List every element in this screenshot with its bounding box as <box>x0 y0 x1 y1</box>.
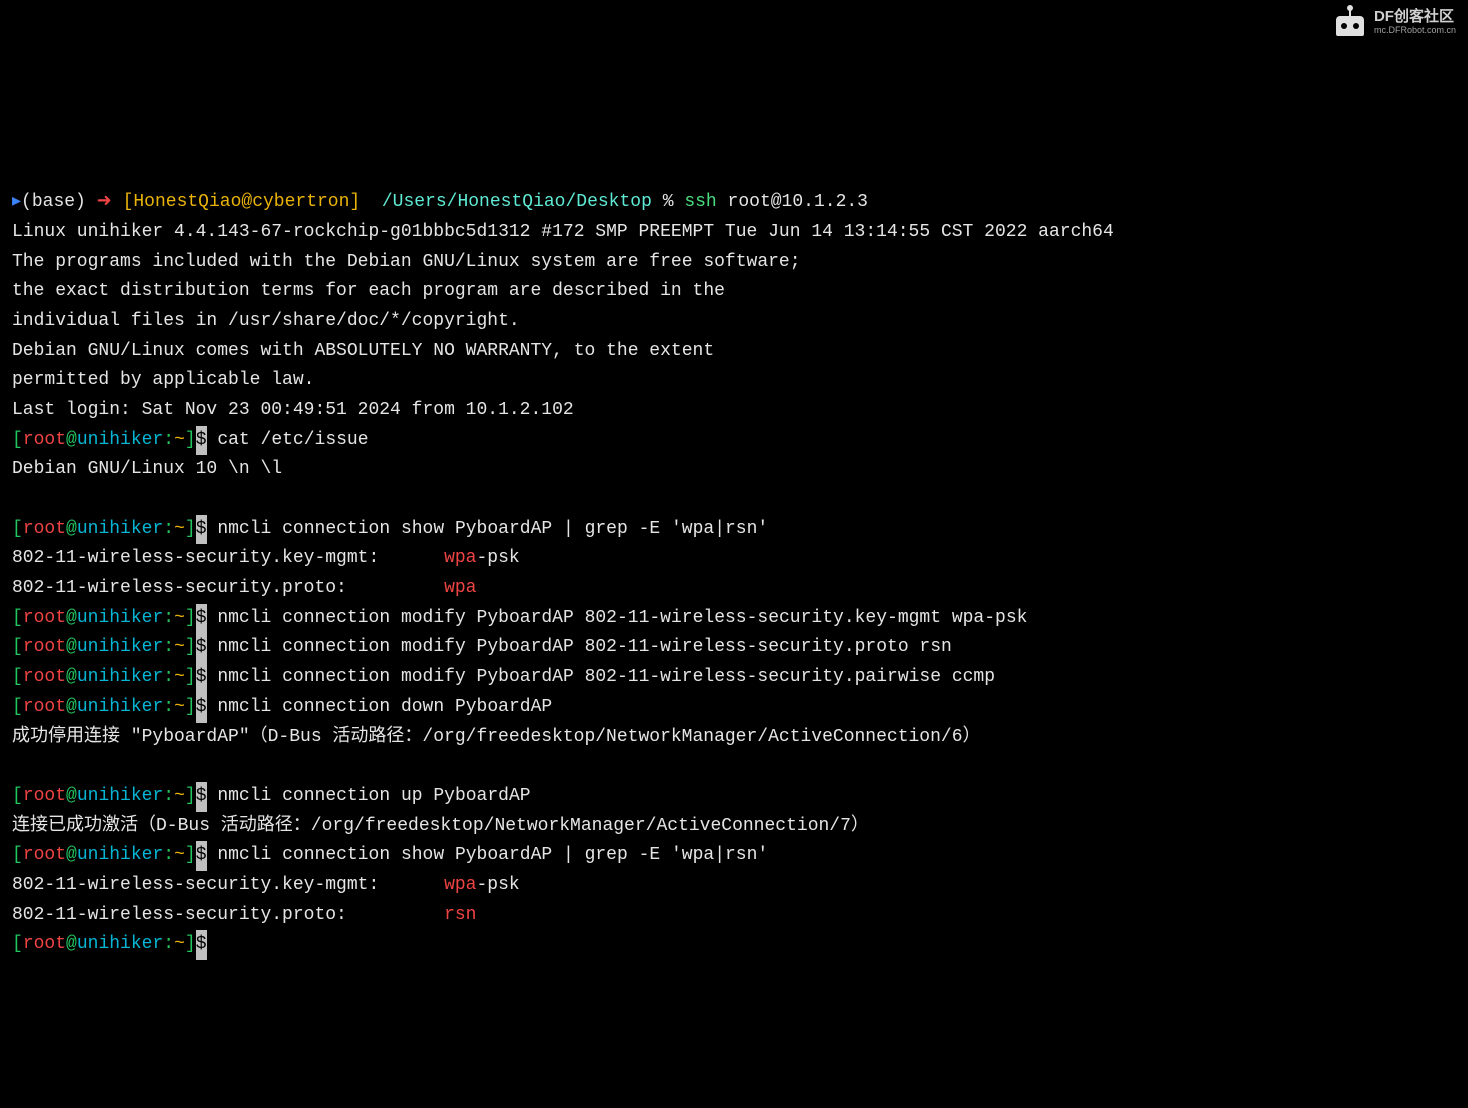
banner-line-7: permitted by applicable law. <box>12 366 1456 396</box>
cmd-modify2: nmcli connection modify PyboardAP 802-11… <box>217 637 952 657</box>
ssh-command: ssh <box>684 192 716 212</box>
banner-line-2: The programs included with the Debian GN… <box>12 248 1456 278</box>
cursor-icon: ▸ <box>12 192 21 212</box>
show2-output-2: 802-11-wireless-security.proto: rsn <box>12 901 1456 931</box>
dollar-prompt: $ <box>196 426 207 456</box>
down-output: 成功停用连接 "PyboardAP"（D-Bus 活动路径：/org/freed… <box>12 723 1456 753</box>
cmd-show2: nmcli connection show PyboardAP | grep -… <box>217 845 768 865</box>
banner-line-3: the exact distribution terms for each pr… <box>12 277 1456 307</box>
prompt-up: [root@unihiker:~]$ nmcli connection up P… <box>12 782 1456 812</box>
cmd-up: nmcli connection up PyboardAP <box>217 786 530 806</box>
blank-line <box>12 485 1456 515</box>
local-user-host: HonestQiao@cybertron <box>133 192 349 212</box>
show2-output-1: 802-11-wireless-security.key-mgmt: wpa-p… <box>12 871 1456 901</box>
cmd-show1: nmcli connection show PyboardAP | grep -… <box>217 519 768 539</box>
arrow-icon: ➜ <box>97 192 112 212</box>
issue-output: Debian GNU/Linux 10 \n \l <box>12 455 1456 485</box>
prompt-modify3: [root@unihiker:~]$ nmcli connection modi… <box>12 663 1456 693</box>
cmd-down: nmcli connection down PyboardAP <box>217 697 552 717</box>
watermark-sub: mc.DFRobot.com.cn <box>1374 26 1456 35</box>
cmd-modify1: nmcli connection modify PyboardAP 802-11… <box>217 608 1027 628</box>
cmd-modify3: nmcli connection modify PyboardAP 802-11… <box>217 667 995 687</box>
bracket-close: ] <box>349 192 360 212</box>
banner-line-4: individual files in /usr/share/doc/*/cop… <box>12 307 1456 337</box>
prompt-modify1: [root@unihiker:~]$ nmcli connection modi… <box>12 604 1456 634</box>
watermark-main: DF创客社区 <box>1374 9 1456 24</box>
prompt-down: [root@unihiker:~]$ nmcli connection down… <box>12 693 1456 723</box>
robot-icon <box>1332 8 1368 36</box>
prompt-cat: [root@unihiker:~]$ cat /etc/issue <box>12 426 1456 456</box>
local-prompt-line: ▸(base) ➜ [HonestQiao@cybertron] /Users/… <box>12 188 1456 218</box>
banner-line-6: Debian GNU/Linux comes with ABSOLUTELY N… <box>12 337 1456 367</box>
prompt-modify2: [root@unihiker:~]$ nmcli connection modi… <box>12 633 1456 663</box>
show1-output-1: 802-11-wireless-security.key-mgmt: wpa-p… <box>12 544 1456 574</box>
conda-env: (base) <box>21 192 86 212</box>
show1-output-2: 802-11-wireless-security.proto: wpa <box>12 574 1456 604</box>
ssh-target: root@10.1.2.3 <box>728 192 868 212</box>
percent-sign: % <box>663 192 674 212</box>
terminal-content[interactable]: ▸(base) ➜ [HonestQiao@cybertron] /Users/… <box>12 188 1456 960</box>
highlight-rsn: rsn <box>444 905 476 925</box>
remote-path: ~ <box>174 430 185 450</box>
banner-line-0: Linux unihiker 4.4.143-67-rockchip-g01bb… <box>12 218 1456 248</box>
highlight-wpa: wpa <box>444 578 476 598</box>
active-cursor[interactable]: $ <box>196 930 207 960</box>
banner-line-8: Last login: Sat Nov 23 00:49:51 2024 fro… <box>12 396 1456 426</box>
prompt-show1: [root@unihiker:~]$ nmcli connection show… <box>12 515 1456 545</box>
highlight-wpa: wpa <box>444 875 476 895</box>
blank-line <box>12 752 1456 782</box>
highlight-wpa: wpa <box>444 548 476 568</box>
remote-host: unihiker <box>77 430 163 450</box>
prompt-final[interactable]: [root@unihiker:~]$ <box>12 930 1456 960</box>
bracket-open: [ <box>112 192 134 212</box>
prompt-show2: [root@unihiker:~]$ nmcli connection show… <box>12 841 1456 871</box>
remote-user: root <box>23 430 66 450</box>
cmd-cat-issue: cat /etc/issue <box>217 430 368 450</box>
watermark-logo: DF创客社区 mc.DFRobot.com.cn <box>1332 8 1456 36</box>
local-path: /Users/HonestQiao/Desktop <box>382 192 652 212</box>
up-output: 连接已成功激活（D-Bus 活动路径：/org/freedesktop/Netw… <box>12 812 1456 842</box>
